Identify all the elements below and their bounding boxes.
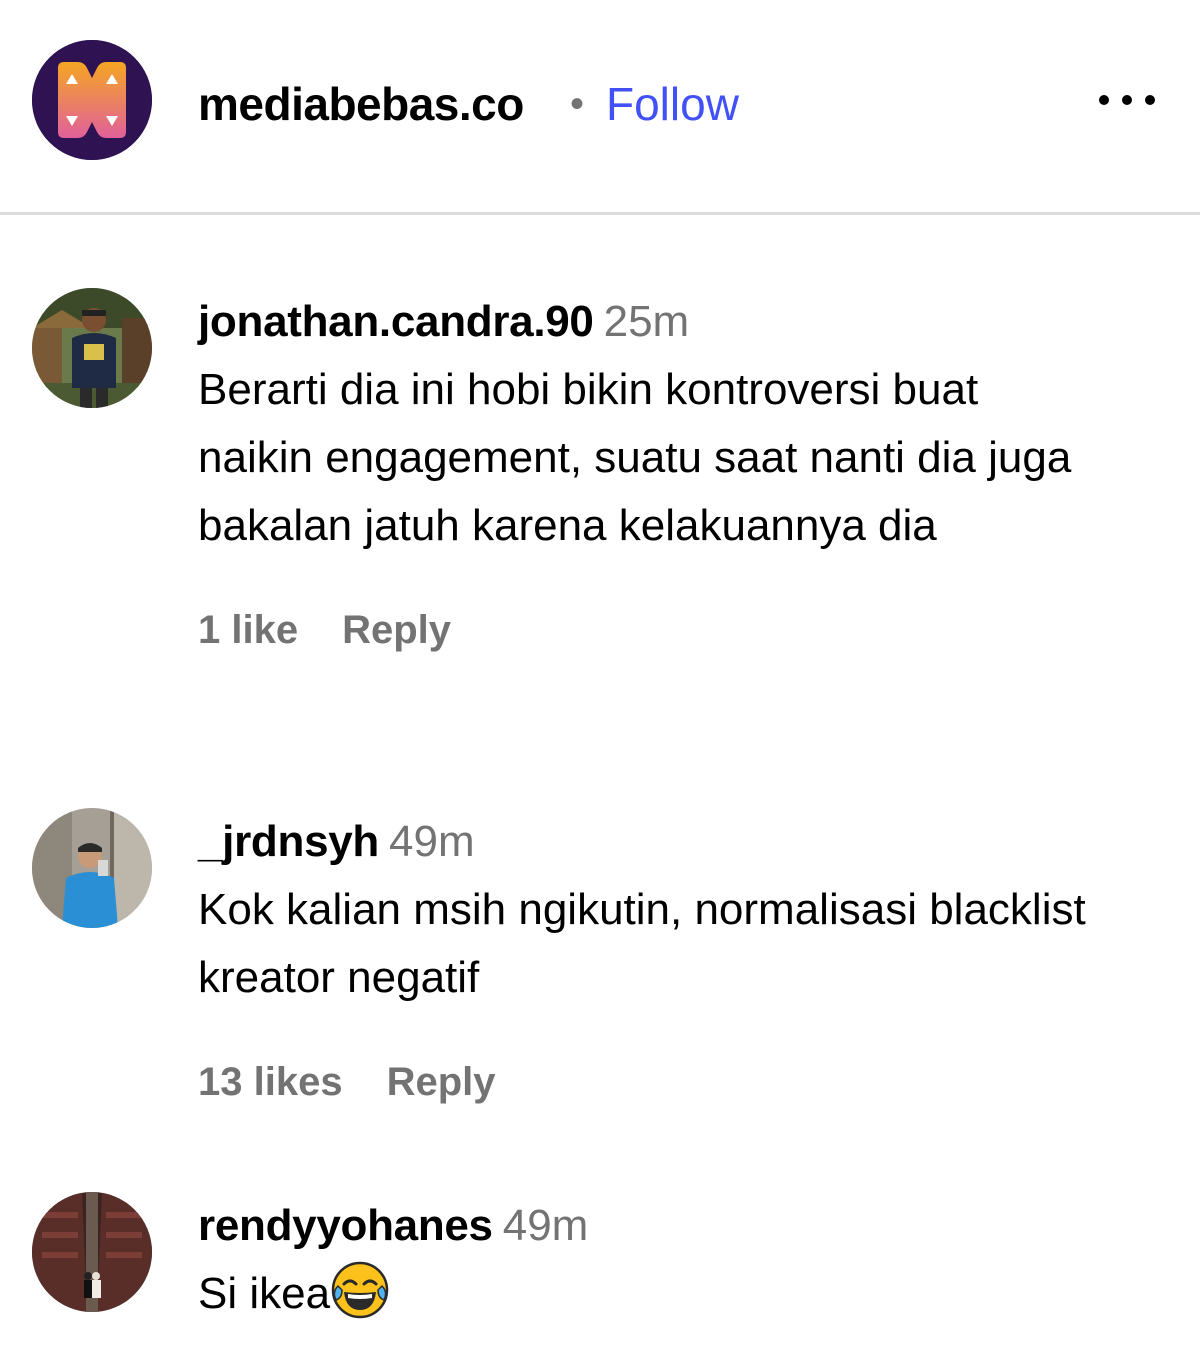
comment-time: 25m bbox=[603, 297, 690, 346]
commenter-avatar[interactable] bbox=[32, 1192, 152, 1312]
reply-button[interactable]: Reply bbox=[387, 1060, 496, 1104]
comment-text: Berarti dia ini hobi bikin kontroversi b… bbox=[198, 365, 1072, 550]
reply-button[interactable]: Reply bbox=[342, 608, 451, 652]
post-header: mediabebas.co • Follow bbox=[0, 0, 1200, 212]
mediabebas-logo bbox=[32, 40, 152, 160]
comment-text: Kok kalian msih ngikutin, normalisasi bl… bbox=[198, 885, 1086, 1002]
follow-button[interactable]: Follow bbox=[606, 74, 739, 134]
comment-time: 49m bbox=[502, 1201, 589, 1250]
comment-header: rendyyohanes 49m bbox=[198, 1192, 1158, 1260]
comment-username[interactable]: _jrdnsyh bbox=[198, 817, 379, 866]
comment-actions: 13 likes Reply bbox=[198, 1054, 1158, 1110]
account-avatar[interactable] bbox=[32, 40, 152, 160]
likes-count[interactable]: 1 like bbox=[198, 608, 298, 652]
comment-username[interactable]: jonathan.candra.90 bbox=[198, 297, 594, 346]
comment-body: rendyyohanes 49m Si ikea bbox=[198, 1192, 1158, 1328]
comment-time: 49m bbox=[389, 817, 475, 866]
comment-body: _jrdnsyh 49m Kok kalian msih ngikutin, no… bbox=[198, 808, 1158, 1110]
avatar-photo-icon bbox=[32, 288, 152, 408]
header-divider bbox=[0, 212, 1200, 215]
more-horizontal-icon bbox=[1099, 95, 1155, 105]
more-options-button[interactable] bbox=[1092, 80, 1162, 120]
comment-text: Si ikea bbox=[198, 1260, 1098, 1328]
avatar-photo-icon bbox=[32, 808, 152, 928]
comment-header: jonathan.candra.90 25m bbox=[198, 288, 1158, 356]
comment-username[interactable]: rendyyohanes bbox=[198, 1201, 493, 1250]
comment-body: jonathan.candra.90 25m Berarti dia ini ho… bbox=[198, 288, 1158, 658]
likes-count[interactable]: 13 likes bbox=[198, 1060, 343, 1104]
commenter-avatar[interactable] bbox=[32, 808, 152, 928]
account-name[interactable]: mediabebas.co bbox=[198, 74, 524, 134]
commenter-avatar[interactable] bbox=[32, 288, 152, 408]
comment-header: _jrdnsyh 49m bbox=[198, 808, 1158, 876]
comment-actions: 1 like Reply bbox=[198, 602, 1158, 658]
comment-text-content: Si ikea bbox=[198, 1269, 331, 1318]
separator-dot: • bbox=[570, 82, 585, 126]
face-with-tears-of-joy-icon bbox=[330, 1260, 390, 1320]
avatar-photo-icon bbox=[32, 1192, 152, 1312]
